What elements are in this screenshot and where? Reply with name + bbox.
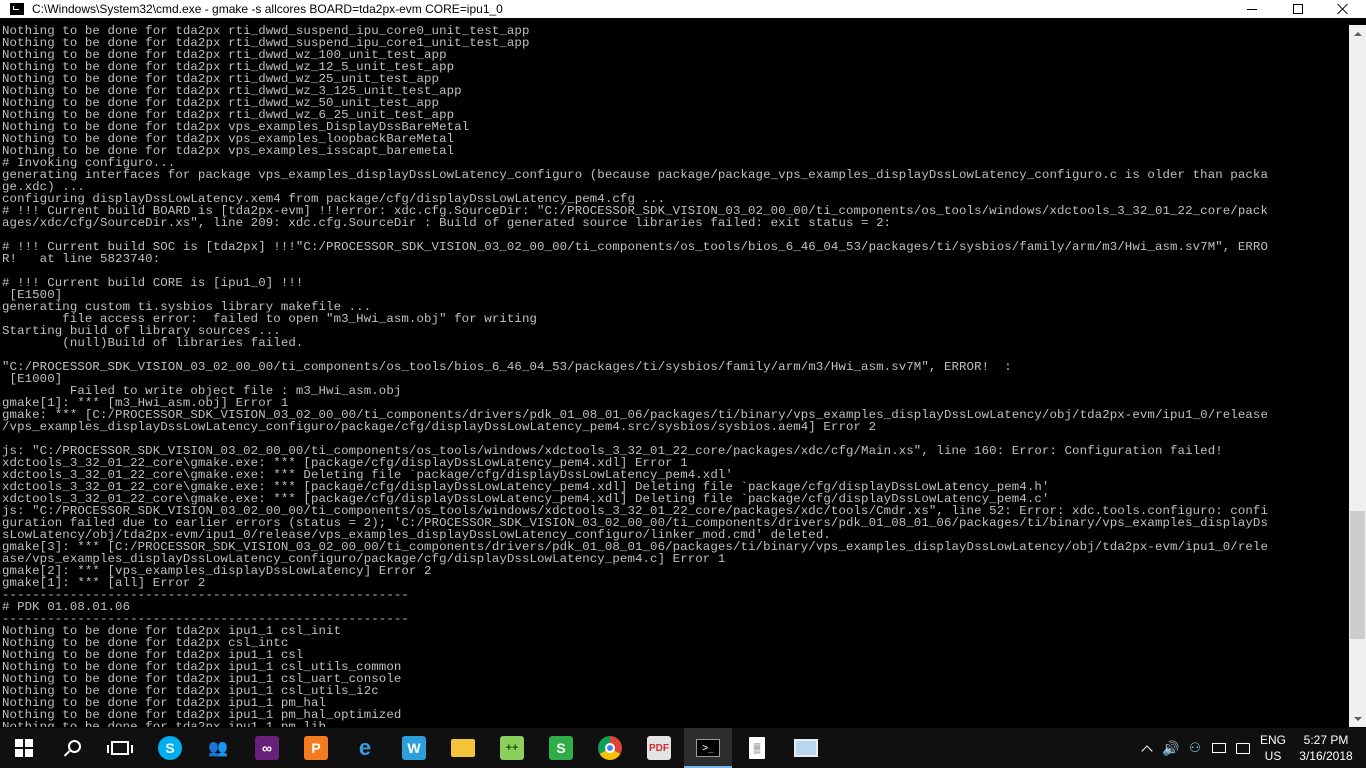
tray-action-center[interactable] — [1232, 728, 1254, 768]
cmd-icon: >_ — [696, 739, 720, 757]
clock-time: 5:27 PM — [1303, 733, 1349, 747]
wps-presentation-icon: P — [304, 736, 328, 760]
language-indicator[interactable]: ENG US — [1256, 732, 1290, 764]
notepad-plus-plus-icon: ++ — [500, 736, 524, 760]
taskbar-visual-studio[interactable]: ∞ — [243, 728, 291, 768]
start-icon — [15, 739, 33, 757]
console-output[interactable]: Nothing to be done for tda2px rti_dwwd_s… — [0, 25, 1349, 727]
taskbar-cmd[interactable]: >_ — [684, 728, 732, 768]
task-view-button[interactable] — [96, 728, 144, 768]
console-line: # !!! Current build SOC is [tda2px] !!!"… — [2, 240, 1268, 254]
taskbar-skype[interactable]: S — [146, 728, 194, 768]
console-line: ----------------------------------------… — [2, 588, 409, 602]
taskbar-chrome[interactable] — [586, 728, 634, 768]
console-line: ages/xdc/cfg/SourceDir.xs", line 209: xd… — [2, 216, 892, 230]
calculator-icon: ▒ — [749, 737, 765, 759]
scrollbar-thumb[interactable] — [1350, 511, 1365, 639]
taskbar-wps-spreadsheets[interactable]: S — [537, 728, 585, 768]
photos-icon — [794, 739, 818, 757]
vertical-scrollbar[interactable] — [1349, 25, 1366, 727]
clock-date: 3/16/2018 — [1299, 749, 1353, 763]
arrow-down-icon — [1353, 716, 1362, 721]
tray-volume[interactable]: 🔊 — [1160, 728, 1182, 768]
edge-icon: e — [358, 735, 372, 760]
taskbar-people[interactable]: 👥 — [194, 728, 242, 768]
chrome-icon — [598, 736, 622, 760]
search-icon — [64, 740, 81, 756]
console-line: "C:/PROCESSOR_SDK_VISION_03_02_00_00/ti_… — [2, 360, 1012, 374]
network-icon — [1212, 743, 1226, 753]
taskbar-notepad-plus-plus[interactable]: ++ — [488, 728, 536, 768]
minimize-icon — [1247, 8, 1257, 10]
console-line: Nothing to be done for tda2px vps_exampl… — [2, 144, 455, 158]
wps-writer-icon: W — [402, 736, 426, 760]
start-button[interactable] — [0, 728, 48, 768]
search-button[interactable] — [48, 728, 96, 768]
close-icon — [1337, 3, 1349, 15]
people-tray-icon: ⚇ — [1189, 740, 1201, 755]
visual-studio-icon: ∞ — [255, 736, 279, 760]
taskbar-calculator[interactable]: ▒ — [733, 728, 781, 768]
taskbar-photos[interactable] — [782, 728, 830, 768]
language-code: ENG — [1259, 733, 1286, 747]
cmd-window-icon[interactable] — [10, 3, 24, 15]
console-line: (null)Build of libraries failed. — [2, 336, 304, 350]
minimize-button[interactable] — [1229, 0, 1275, 18]
chevron-up-icon — [1141, 744, 1153, 757]
console-text[interactable]: Nothing to be done for tda2px rti_dwwd_s… — [0, 25, 1349, 727]
tray-people[interactable]: ⚇ — [1184, 728, 1206, 768]
tray-network[interactable] — [1208, 728, 1230, 768]
scroll-up-button[interactable] — [1349, 25, 1366, 42]
arrow-up-icon — [1353, 31, 1362, 36]
maximize-icon — [1293, 4, 1303, 14]
console-line: generating interfaces for package vps_ex… — [2, 168, 1268, 182]
close-button[interactable] — [1320, 0, 1366, 18]
taskbar: S 👥 ∞ P e W ++ S PDF >_ ▒ 🔊 ⚇ ENG US 5:2… — [0, 728, 1366, 768]
system-clock[interactable]: 5:27 PM 3/16/2018 — [1296, 732, 1356, 764]
taskbar-edge[interactable]: e — [341, 728, 389, 768]
taskbar-file-explorer[interactable] — [439, 728, 487, 768]
taskbar-wps-presentation[interactable]: P — [292, 728, 340, 768]
pdf-reader-icon: PDF — [647, 736, 671, 760]
wps-spreadsheets-icon: S — [549, 736, 573, 760]
task-view-icon — [107, 741, 133, 755]
file-explorer-icon — [451, 739, 475, 757]
console-line: R! at line 5823740: — [2, 252, 161, 266]
notification-icon — [1236, 742, 1250, 754]
window-titlebar[interactable]: C:\Windows\System32\cmd.exe - gmake -s a… — [0, 0, 1366, 18]
taskbar-wps-writer[interactable]: W — [390, 728, 438, 768]
people-icon: 👥 — [208, 740, 228, 757]
scroll-down-button[interactable] — [1349, 710, 1366, 727]
console-line: Nothing to be done for tda2px ipu1_1 pm_… — [2, 720, 327, 727]
language-region: US — [1264, 749, 1282, 763]
console-line: # !!! Current build CORE is [ipu1_0] !!! — [2, 276, 304, 290]
show-hidden-icons-button[interactable] — [1137, 728, 1157, 768]
console-line: /vps_examples_displayDssLowLatency_confi… — [2, 420, 877, 434]
volume-icon: 🔊 — [1162, 739, 1180, 756]
skype-icon: S — [158, 736, 182, 760]
maximize-button[interactable] — [1275, 0, 1321, 18]
taskbar-pdf-reader[interactable]: PDF — [635, 728, 683, 768]
window-title: C:\Windows\System32\cmd.exe - gmake -s a… — [32, 2, 503, 16]
